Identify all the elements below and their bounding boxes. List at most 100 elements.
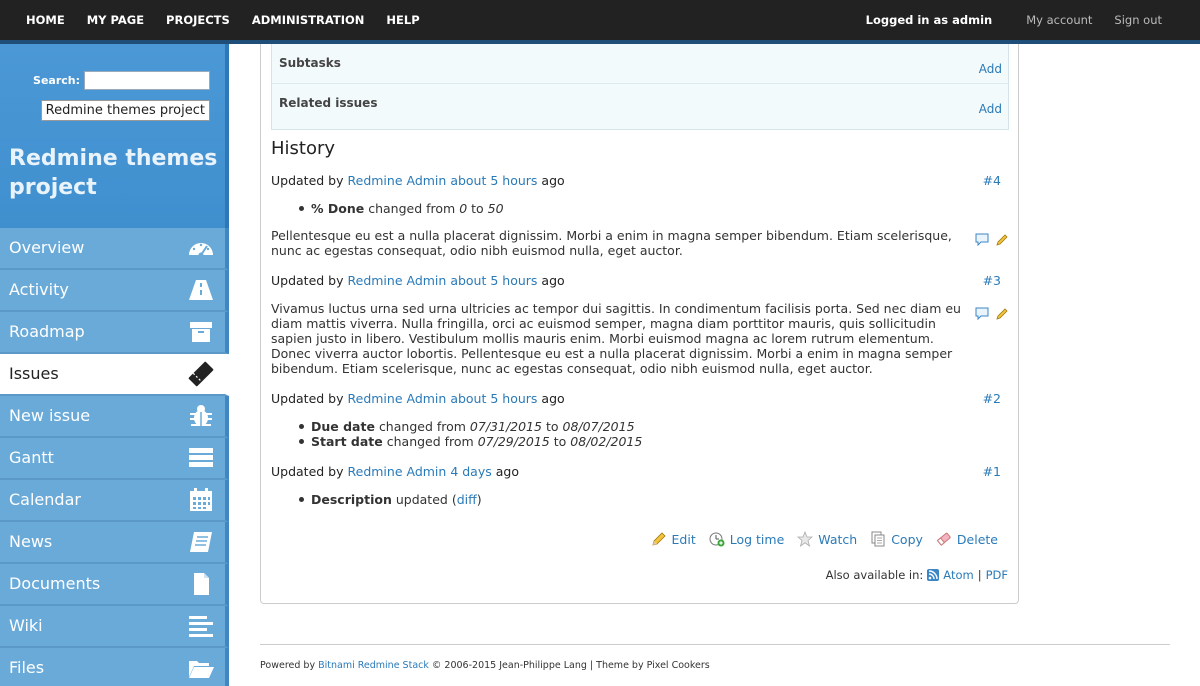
add-subtask-link[interactable]: Add bbox=[979, 62, 1002, 76]
copy-button[interactable]: Copy bbox=[870, 531, 923, 547]
menu-item-new-issue[interactable]: New issue bbox=[0, 396, 229, 438]
menu-item-wiki[interactable]: Wiki bbox=[0, 606, 229, 648]
atom-link[interactable]: Atom bbox=[943, 568, 973, 582]
detail-to: to bbox=[553, 434, 567, 449]
updated-by-text: Updated by bbox=[271, 273, 344, 288]
detail-changed-from: changed from bbox=[378, 419, 466, 434]
subtasks-row: Subtasks Add bbox=[272, 44, 1008, 84]
dashboard-icon bbox=[189, 243, 213, 258]
top-nav-administration[interactable]: ADMINISTRATION bbox=[252, 13, 365, 27]
top-nav-home[interactable]: HOME bbox=[26, 13, 65, 27]
star-icon bbox=[797, 531, 814, 547]
pdf-link[interactable]: PDF bbox=[986, 568, 1008, 582]
ago-text: ago bbox=[541, 273, 565, 288]
menu-item-label: Roadmap bbox=[9, 322, 85, 341]
detail-changed-from: changed from bbox=[368, 201, 456, 216]
menu-item-news[interactable]: News bbox=[0, 522, 229, 564]
project-title-line1: Redmine themes bbox=[9, 146, 218, 171]
menu-item-label: Overview bbox=[9, 238, 85, 257]
feed-icon bbox=[927, 569, 940, 581]
top-nav: HOME MY PAGE PROJECTS ADMINISTRATION HEL… bbox=[26, 0, 420, 40]
quick-search: Search: bbox=[33, 71, 210, 90]
edit-label: Edit bbox=[671, 531, 696, 547]
menu-item-files[interactable]: Files bbox=[0, 648, 229, 686]
menu-item-activity[interactable]: Activity bbox=[0, 270, 229, 312]
journal-header: Updated by Redmine Admin 4 days ago #1 bbox=[271, 464, 1001, 479]
sign-out-link[interactable]: Sign out bbox=[1114, 13, 1162, 27]
journal-note: Pellentesque eu est a nulla placerat dig… bbox=[271, 228, 952, 258]
journal-number-link[interactable]: #4 bbox=[983, 173, 1001, 188]
detail-to: to bbox=[545, 419, 559, 434]
detail-field: Description bbox=[311, 492, 392, 507]
project-jump-select[interactable]: Redmine themes project bbox=[40, 100, 210, 121]
quote-icon[interactable] bbox=[975, 307, 989, 320]
menu-item-gantt[interactable]: Gantt bbox=[0, 438, 229, 480]
updated-by-text: Updated by bbox=[271, 391, 344, 406]
updated-by-text: Updated by bbox=[271, 173, 344, 188]
newspaper-icon bbox=[190, 532, 212, 552]
issue-actions: Edit Log time Watch Copy Delete bbox=[651, 531, 998, 547]
ago-text: ago bbox=[541, 391, 565, 406]
detail-changed-from: changed from bbox=[386, 434, 474, 449]
my-account-link[interactable]: My account bbox=[1026, 13, 1092, 27]
menu-item-label: Files bbox=[9, 658, 45, 677]
diff-link[interactable]: diff bbox=[457, 492, 477, 507]
account-nav: Logged in as admin My account Sign out bbox=[866, 0, 1162, 40]
paren-close: ) bbox=[476, 492, 482, 507]
journal-number-link[interactable]: #3 bbox=[983, 273, 1001, 288]
journal-time-link[interactable]: 4 days bbox=[450, 464, 491, 479]
detail-field: % Done bbox=[311, 201, 365, 216]
journal-detail: Start date changed from 07/29/2015 to 08… bbox=[299, 434, 642, 449]
top-nav-my-page[interactable]: MY PAGE bbox=[87, 13, 144, 27]
detail-updated: updated bbox=[395, 492, 448, 507]
search-input[interactable] bbox=[84, 71, 210, 90]
issue-relations-panel: Subtasks Add Related issues Add bbox=[271, 44, 1009, 130]
journal-detail: Due date changed from 07/31/2015 to 08/0… bbox=[299, 419, 635, 434]
eraser-icon bbox=[936, 532, 951, 546]
related-issues-row: Related issues Add bbox=[272, 84, 1008, 124]
detail-old-value: 07/31/2015 bbox=[469, 419, 542, 434]
journal-time-link[interactable]: about 5 hours bbox=[450, 173, 537, 188]
journal-author-link[interactable]: Redmine Admin bbox=[348, 391, 447, 406]
bullet bbox=[299, 424, 304, 429]
project-header: Search: Redmine themes project Redmine t… bbox=[0, 44, 229, 228]
journal-author-link[interactable]: Redmine Admin bbox=[348, 464, 447, 479]
journal-author-link[interactable]: Redmine Admin bbox=[348, 173, 447, 188]
menu-item-label: Activity bbox=[9, 280, 69, 299]
journal-header: Updated by Redmine Admin about 5 hours a… bbox=[271, 391, 1001, 406]
add-related-issue-link[interactable]: Add bbox=[979, 102, 1002, 116]
copy-icon bbox=[871, 531, 885, 547]
project-title: Redmine themes project bbox=[9, 144, 217, 202]
menu-item-issues[interactable]: Issues bbox=[0, 354, 229, 396]
journal-note: Vivamus luctus urna sed urna ultricies a… bbox=[271, 301, 961, 376]
bitnami-link[interactable]: Bitnami Redmine Stack bbox=[318, 660, 429, 671]
journal-author-link[interactable]: Redmine Admin bbox=[348, 273, 447, 288]
menu-item-roadmap[interactable]: Roadmap bbox=[0, 312, 229, 354]
top-nav-help[interactable]: HELP bbox=[386, 13, 419, 27]
ticket-icon bbox=[188, 361, 214, 387]
journal-number-link[interactable]: #2 bbox=[983, 391, 1001, 406]
menu-item-documents[interactable]: Documents bbox=[0, 564, 229, 606]
document-icon bbox=[194, 573, 209, 595]
menu-item-overview[interactable]: Overview bbox=[0, 228, 229, 270]
journal-number-link[interactable]: #1 bbox=[983, 464, 1001, 479]
log-time-button[interactable]: Log time bbox=[709, 531, 784, 547]
footer: Powered by Bitnami Redmine Stack © 2006-… bbox=[260, 660, 710, 671]
quote-icon[interactable] bbox=[975, 233, 989, 246]
detail-field: Due date bbox=[311, 419, 375, 434]
menu-item-calendar[interactable]: Calendar bbox=[0, 480, 229, 522]
edit-button[interactable]: Edit bbox=[651, 531, 696, 547]
sidebar: Search: Redmine themes project Redmine t… bbox=[0, 44, 229, 686]
archive-box-icon bbox=[190, 322, 212, 342]
pencil-icon[interactable] bbox=[995, 307, 1009, 321]
journal-header: Updated by Redmine Admin about 5 hours a… bbox=[271, 173, 1001, 188]
journal-time-link[interactable]: about 5 hours bbox=[450, 391, 537, 406]
top-nav-projects[interactable]: PROJECTS bbox=[166, 13, 230, 27]
updated-by-text: Updated by bbox=[271, 464, 344, 479]
journal-time-link[interactable]: about 5 hours bbox=[450, 273, 537, 288]
watch-button[interactable]: Watch bbox=[797, 531, 857, 547]
menu-item-label: Calendar bbox=[9, 490, 81, 509]
menu-item-label: Gantt bbox=[9, 448, 54, 467]
delete-button[interactable]: Delete bbox=[936, 531, 998, 547]
pencil-icon[interactable] bbox=[995, 233, 1009, 247]
